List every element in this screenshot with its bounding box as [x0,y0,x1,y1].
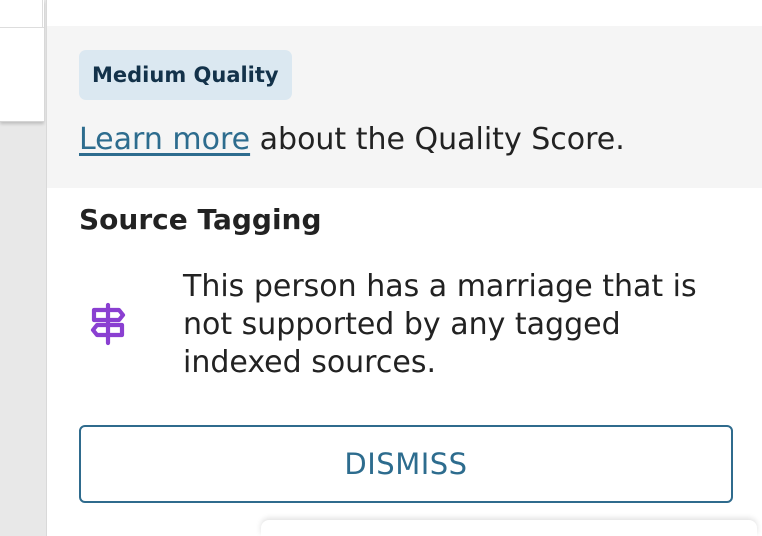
learn-more-suffix: about the Quality Score. [259,122,625,157]
signpost-icon [89,302,127,346]
quality-badge: Medium Quality [79,50,292,100]
left-background-pane [0,0,46,536]
quality-panel: Medium Quality Learn more about the Qual… [46,0,762,536]
panel-top-spacer [47,0,762,26]
source-tagging-title: Source Tagging [79,203,322,236]
quality-score-section: Medium Quality Learn more about the Qual… [47,26,762,188]
learn-more-link[interactable]: Learn more [79,122,250,157]
bottom-card-edge [261,520,757,536]
source-tagging-message: This person has a marriage that is not s… [183,269,697,380]
left-card [0,0,44,122]
dismiss-button[interactable]: DISMISS [79,425,733,503]
quality-info-line: Learn more about the Quality Score. [79,120,625,160]
left-card-divider [42,0,43,27]
left-card-separator [0,27,44,28]
